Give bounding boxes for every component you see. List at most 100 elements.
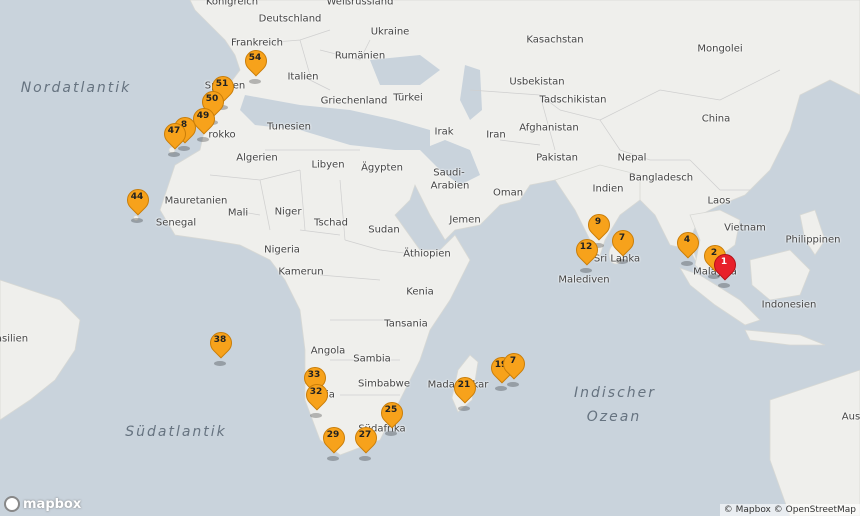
place-label-philippinen: Philippinen <box>785 234 841 246</box>
place-label-sudan: Sudan <box>368 224 400 236</box>
marker-shadow <box>214 361 226 366</box>
place-label-aethiopien: Äthiopien <box>403 248 451 260</box>
marker-shadow <box>681 261 693 266</box>
map-marker[interactable]: 47 <box>159 118 191 157</box>
place-label-mali: Mali <box>227 207 249 219</box>
map-canvas[interactable]: Königreich Weißrussland Deutschland Ukraine… <box>0 0 860 516</box>
marker-shadow <box>385 431 397 436</box>
map-marker[interactable]: 25 <box>376 397 408 436</box>
place-label-indonesien: Indonesien <box>761 299 817 311</box>
place-label-kasachstan: Kasachstan <box>526 34 584 46</box>
place-label-laos: Laos <box>707 195 731 207</box>
marker-label: 50 <box>205 94 219 104</box>
map-marker[interactable]: 7 <box>498 348 530 387</box>
place-label-ukraine: Ukraine <box>370 26 410 38</box>
place-label-nepal: Nepal <box>617 152 647 164</box>
place-label-aegypten: Ägypten <box>361 162 403 174</box>
mapbox-logo-icon <box>4 496 20 512</box>
place-label-vietnam: Vietnam <box>724 222 766 234</box>
marker-shadow <box>197 137 209 142</box>
marker-label: 21 <box>457 380 471 390</box>
place-label-libyen: Libyen <box>311 159 345 171</box>
place-label-jemen: Jemen <box>449 214 481 226</box>
place-label-kamerun: Kamerun <box>278 266 324 278</box>
place-label-angola: Angola <box>310 345 346 357</box>
place-label-tansania: Tansania <box>384 318 428 330</box>
place-label-mongolei: Mongolei <box>697 43 743 55</box>
marker-shadow <box>310 413 322 418</box>
place-label-malediven: Malediven <box>558 274 610 286</box>
place-label-weissrussland: Weißrussland <box>326 0 394 8</box>
map-marker[interactable]: 29 <box>318 422 350 461</box>
map-marker-active[interactable]: 1 <box>709 249 741 288</box>
place-label-pakistan: Pakistan <box>536 152 578 164</box>
marker-label: 1 <box>720 257 728 267</box>
sea-label-nordatlantik: Nordatlantik <box>20 80 132 96</box>
marker-shadow <box>131 218 143 223</box>
place-label-indien: Indien <box>592 183 624 195</box>
place-label-tuerkei: Türkei <box>393 92 423 104</box>
map-attribution[interactable]: © Mapbox © OpenStreetMap <box>719 504 860 516</box>
place-label-afghanistan: Afghanistan <box>519 122 579 134</box>
place-label-brasilien: asilien <box>0 333 29 345</box>
marker-shadow <box>458 406 470 411</box>
place-label-tunesien: Tunesien <box>267 121 311 133</box>
place-label-arabien: Arabien <box>430 180 470 192</box>
place-label-rumaenien: Rumänien <box>334 50 386 62</box>
marker-label: 7 <box>618 233 626 243</box>
place-label-saudi: Saudi- <box>433 167 465 179</box>
map-marker[interactable]: 27 <box>350 422 382 461</box>
map-marker[interactable]: 12 <box>571 234 603 273</box>
map-marker[interactable]: 7 <box>607 225 639 264</box>
place-label-irak: Irak <box>434 126 454 138</box>
marker-shadow <box>580 268 592 273</box>
marker-label: 33 <box>307 370 321 380</box>
marker-label: 38 <box>213 335 227 345</box>
place-label-italien: Italien <box>287 71 319 83</box>
marker-label: 44 <box>130 192 144 202</box>
marker-label: 32 <box>309 387 323 397</box>
place-label-senegal: Senegal <box>155 217 197 229</box>
map-marker[interactable]: 32 <box>301 379 333 418</box>
marker-label: 54 <box>248 53 262 63</box>
mapbox-logo[interactable]: mapbox <box>4 496 81 512</box>
marker-shadow <box>359 456 371 461</box>
marker-shadow <box>249 79 261 84</box>
map-marker[interactable]: 38 <box>205 327 237 366</box>
place-label-algerien: Algerien <box>236 152 278 164</box>
marker-label: 9 <box>594 217 602 227</box>
place-label-tadschikistan: Tadschikistan <box>539 94 607 106</box>
place-label-bangladesch: Bangladesch <box>628 172 694 184</box>
marker-label: 51 <box>215 79 229 89</box>
map-marker[interactable]: 4 <box>672 227 704 266</box>
marker-label: 29 <box>326 430 340 440</box>
place-label-kenia: Kenia <box>406 286 434 298</box>
place-label-frankreich: Frankreich <box>230 37 284 49</box>
map-marker[interactable]: 44 <box>122 184 154 223</box>
marker-label: 49 <box>196 111 210 121</box>
marker-label: 4 <box>683 235 691 245</box>
mapbox-logo-text: mapbox <box>23 496 82 512</box>
marker-shadow <box>168 152 180 157</box>
sea-label-indischer: Indischer <box>573 385 657 401</box>
marker-shadow <box>495 386 507 391</box>
place-label-mauretanien: Mauretanien <box>164 195 228 207</box>
place-label-griechenland: Griechenland <box>320 95 388 107</box>
sea-label-suedatlantik: Südatlantik <box>125 424 227 440</box>
marker-shadow <box>327 456 339 461</box>
marker-shadow <box>718 283 730 288</box>
place-label-iran: Iran <box>486 129 506 141</box>
place-label-australien: Aus <box>841 411 860 423</box>
marker-shadow <box>616 259 628 264</box>
marker-shadow <box>507 382 519 387</box>
place-label-nigeria: Nigeria <box>264 244 300 256</box>
place-label-deutschland: Deutschland <box>258 13 322 25</box>
marker-label: 27 <box>358 430 372 440</box>
place-label-oman: Oman <box>492 187 524 199</box>
place-label-usbekistan: Usbekistan <box>509 76 565 88</box>
map-marker[interactable]: 54 <box>240 45 272 84</box>
marker-label: 25 <box>384 405 398 415</box>
map-marker[interactable]: 21 <box>449 372 481 411</box>
place-label-niger: Niger <box>274 206 302 218</box>
place-label-sambia: Sambia <box>353 353 391 365</box>
